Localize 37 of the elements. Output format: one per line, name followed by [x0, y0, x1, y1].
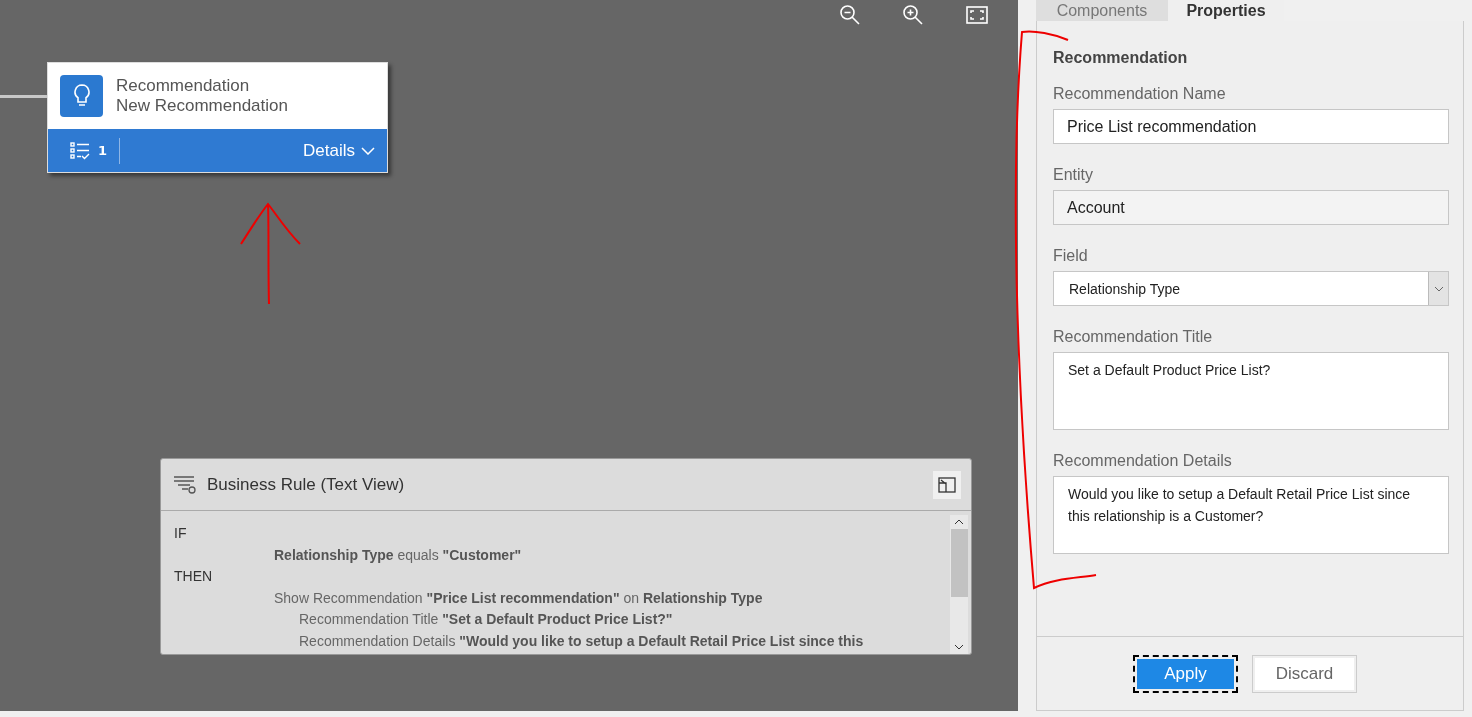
text-area[interactable]: Would you like to setup a Default Retail Price List since this relationship is a Customer?: [1053, 476, 1449, 554]
zoom-in-icon: [902, 4, 924, 26]
field-label: Recommendation Title: [1053, 328, 1214, 346]
rule-list-icon: [173, 474, 197, 495]
zoom-out-icon: [839, 4, 861, 26]
rule-text-line: Relationship Type equals "Customer": [273, 545, 523, 565]
rule-text-line: Recommendation Title "Set a Default Product Price List?": [298, 610, 674, 629]
checklist-icon: [70, 141, 90, 160]
rule-text-line: THEN: [174, 567, 214, 586]
field-label: Recommendation Name: [1053, 85, 1227, 103]
expand-icon: [938, 476, 956, 493]
connector-line: [0, 95, 47, 98]
rule-count: 1: [98, 143, 108, 158]
node-type: Recommendation: [116, 76, 251, 96]
text-field[interactable]: Price List recommendation: [1053, 109, 1449, 144]
fit-screen-icon: [966, 6, 988, 24]
readonly-field: Account: [1053, 190, 1449, 225]
field-label: Entity: [1053, 166, 1094, 184]
panel-title: Business Rule (Text View): [207, 474, 405, 495]
chevron-down-icon: [1428, 272, 1448, 305]
field-label: Recommendation Details: [1053, 452, 1233, 470]
scrollbar[interactable]: [950, 515, 968, 654]
chevron-down-icon: [361, 146, 375, 155]
section-heading: Recommendation: [1053, 49, 1189, 67]
expand-button[interactable]: [933, 470, 961, 499]
recommendation-node[interactable]: Recommendation New Recommendation 1 Details: [47, 62, 388, 173]
text-area[interactable]: Set a Default Product Price List?: [1053, 352, 1449, 430]
rule-text-line: IF: [174, 524, 188, 543]
rule-text-line: Recommendation Details "Would you like to setup a Default Retail Price List since this: [298, 631, 865, 651]
discard-button[interactable]: Discard: [1252, 654, 1357, 693]
dropdown-field[interactable]: Relationship Type: [1053, 271, 1449, 306]
field-label: Field: [1053, 247, 1089, 265]
lightbulb-icon: [60, 75, 103, 117]
details-button[interactable]: Details: [303, 140, 375, 161]
apply-button[interactable]: Apply: [1133, 654, 1238, 693]
rule-text-line: Show Recommendation "Price List recommendation" on Relationship Type: [273, 588, 764, 608]
node-name: New Recommendation: [116, 96, 288, 116]
